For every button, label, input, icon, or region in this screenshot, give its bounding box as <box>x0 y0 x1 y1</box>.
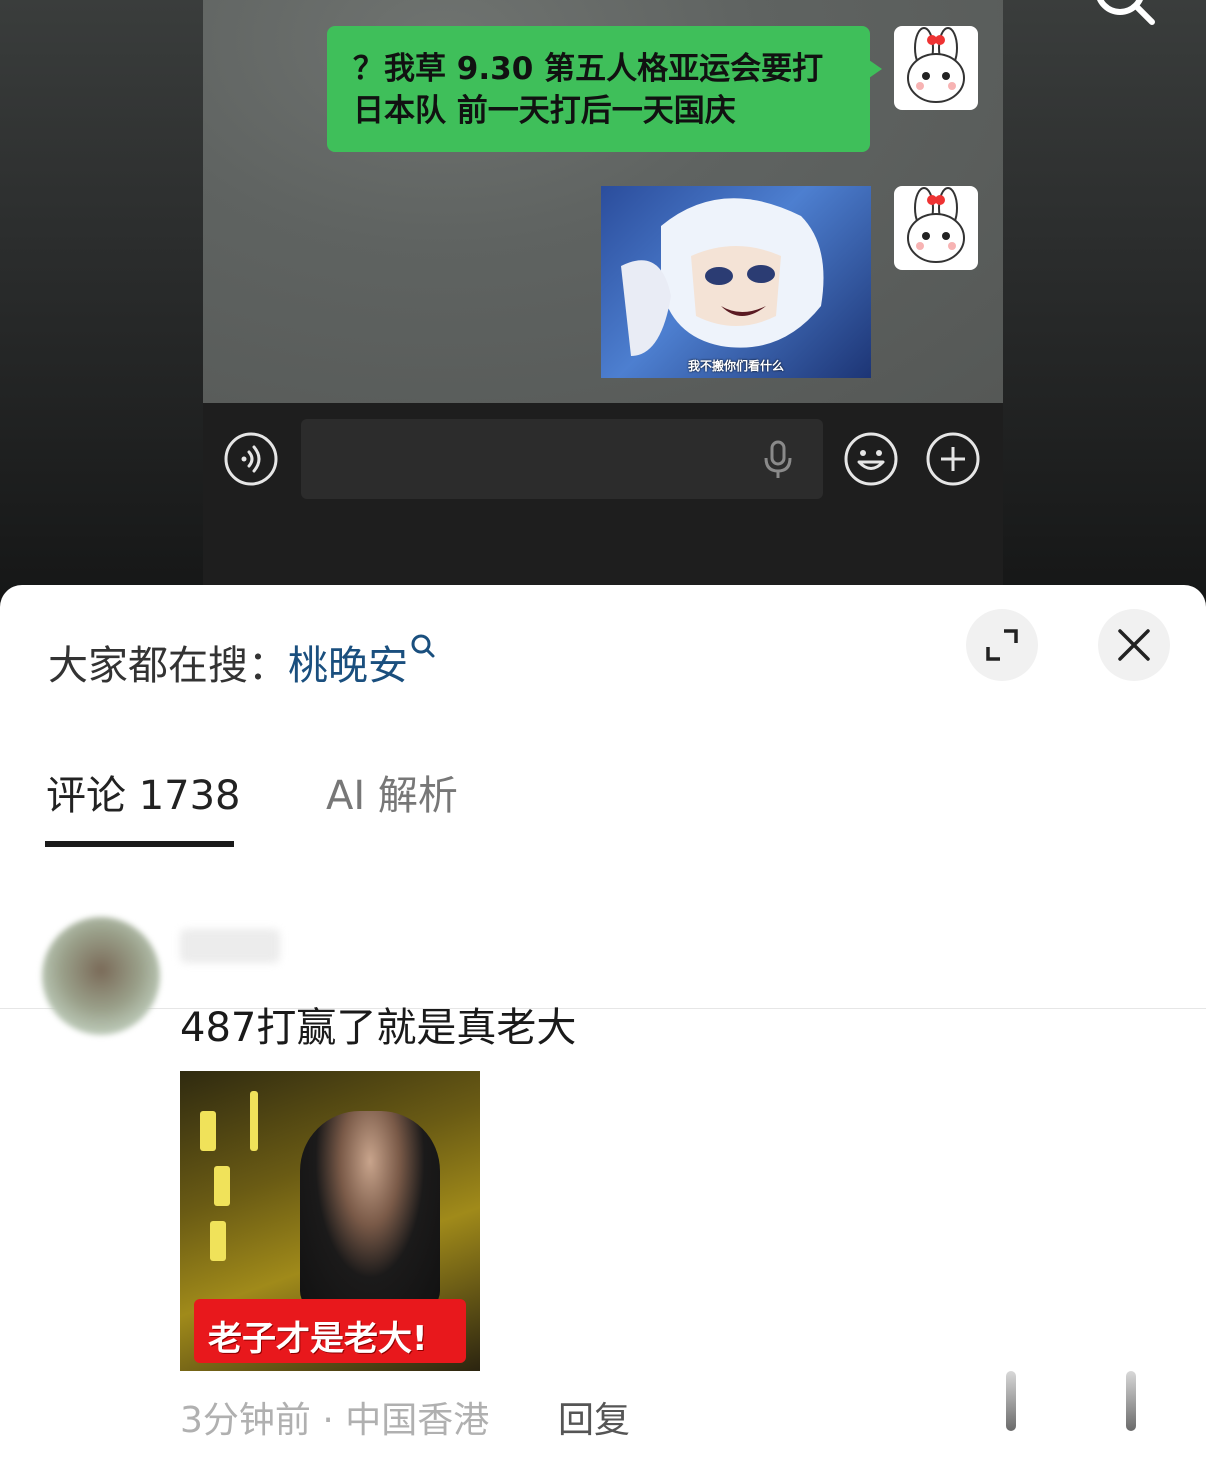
voice-mode-icon[interactable] <box>223 431 279 487</box>
search-icon[interactable] <box>1088 0 1158 32</box>
chat-text-input[interactable] <box>301 419 823 499</box>
sticker-person <box>300 1111 440 1311</box>
chat-image-caption: 我不搬你们看什么 <box>687 359 784 373</box>
close-button[interactable] <box>1098 609 1170 681</box>
small-search-icon <box>411 634 435 658</box>
plus-icon[interactable] <box>925 431 981 487</box>
avatar[interactable] <box>42 917 160 1035</box>
active-tab-indicator <box>45 841 234 847</box>
comment-meta: 3分钟前 · 中国香港 <box>180 1400 490 1441</box>
sticker-light <box>200 1111 216 1151</box>
bunny-avatar <box>894 26 978 110</box>
tab-bar: 评论 1738 AI 解析 <box>0 745 1206 1009</box>
comment-item: 487打赢了就是真老大 老子才是老大! 3分钟前 · 中国香港 回复 <box>0 885 1206 1461</box>
bunny-avatar <box>894 186 978 270</box>
like-icon[interactable] <box>1006 1371 1016 1431</box>
comment-text: 487打赢了就是真老大 <box>180 1005 577 1051</box>
comment-sheet: 大家都在搜：桃晚安 评论 1738 AI 解析 487打赢了就是真老大 老子才是… <box>0 585 1206 1461</box>
sticker-light <box>214 1166 230 1206</box>
bunny-avatar-icon <box>907 27 965 103</box>
comment-username[interactable] <box>180 929 280 963</box>
sticker-light <box>250 1091 258 1151</box>
chat-input-bar <box>203 403 1003 585</box>
hot-search-label: 大家都在搜： <box>48 643 288 689</box>
sticker-light <box>210 1221 226 1261</box>
close-icon <box>1118 629 1150 661</box>
sticker-caption: 老子才是老大! <box>208 1319 428 1359</box>
expand-button[interactable] <box>966 609 1038 681</box>
tab-comments[interactable]: 评论 1738 <box>46 763 241 821</box>
hot-search-keyword[interactable]: 桃晚安 <box>288 643 408 689</box>
chat-screenshot: ？我草 9.30 第五人格亚运会要打日本队 前一天打后一天国庆 我不搬你们看什么 <box>203 0 1003 585</box>
bunny-avatar-icon <box>907 187 965 263</box>
comment-sticker-image[interactable]: 老子才是老大! <box>180 1071 480 1371</box>
microphone-icon[interactable] <box>761 440 795 480</box>
emoji-icon[interactable] <box>843 431 899 487</box>
reply-button[interactable]: 回复 <box>558 1391 630 1443</box>
tab-ai-analysis[interactable]: AI 解析 <box>326 763 458 821</box>
chat-message-text: ？我草 9.30 第五人格亚运会要打日本队 前一天打后一天国庆 <box>353 51 824 129</box>
chat-message-bubble: ？我草 9.30 第五人格亚运会要打日本队 前一天打后一天国庆 <box>327 26 882 152</box>
anime-character-image <box>621 198 824 356</box>
chat-anime-image[interactable]: 我不搬你们看什么 <box>601 186 871 378</box>
video-area[interactable]: ？我草 9.30 第五人格亚运会要打日本队 前一天打后一天国庆 我不搬你们看什么 <box>0 0 1206 610</box>
hot-search-row[interactable]: 大家都在搜：桃晚安 <box>48 633 436 691</box>
expand-icon <box>986 629 1018 661</box>
dislike-icon[interactable] <box>1126 1371 1136 1431</box>
